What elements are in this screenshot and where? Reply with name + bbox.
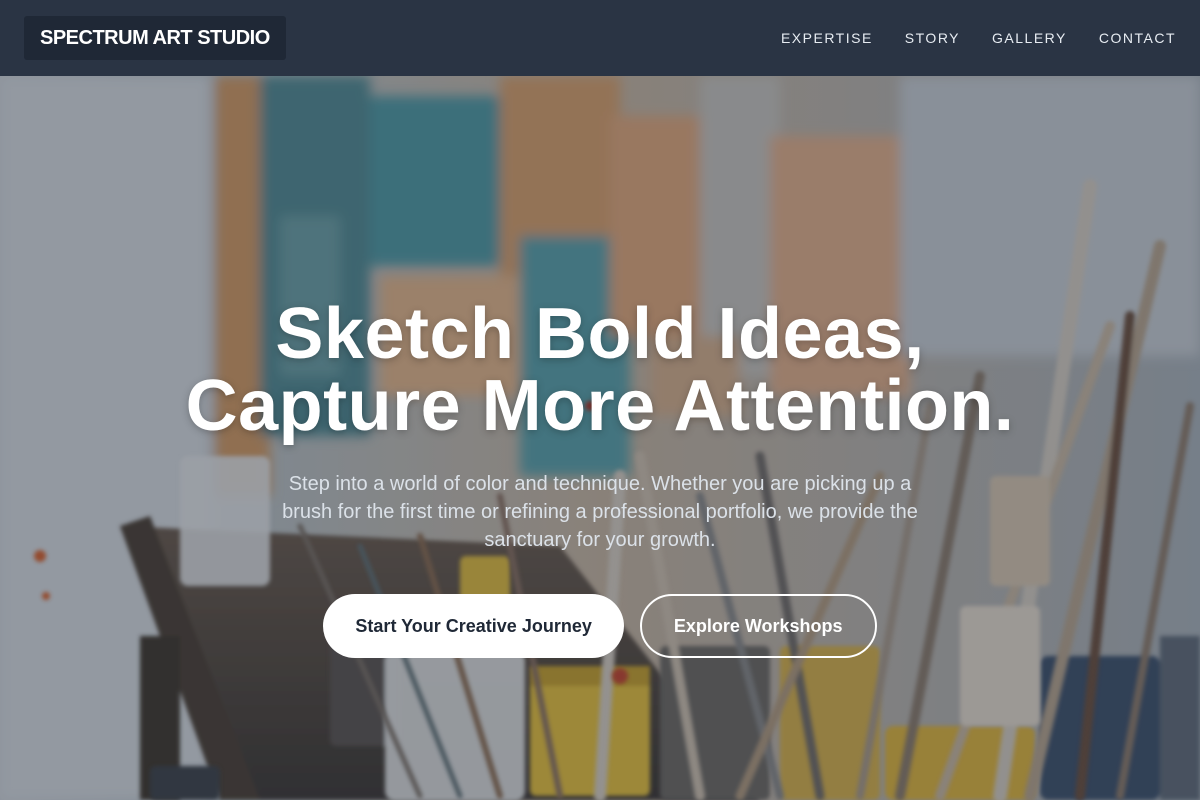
nav-link-contact[interactable]: CONTACT: [1099, 30, 1176, 46]
navbar: SPECTRUM ART STUDIO EXPERTISE STORY GALL…: [0, 0, 1200, 76]
hero-title: Sketch Bold Ideas, Capture More Attentio…: [186, 298, 1015, 442]
landing-page: SPECTRUM ART STUDIO EXPERTISE STORY GALL…: [0, 0, 1200, 800]
explore-workshops-button[interactable]: Explore Workshops: [639, 594, 877, 658]
hero-actions: Start Your Creative Journey Explore Work…: [323, 594, 877, 658]
hero-title-line-1: Sketch Bold Ideas,: [275, 294, 925, 374]
brand-logo[interactable]: SPECTRUM ART STUDIO: [24, 16, 286, 60]
start-journey-button[interactable]: Start Your Creative Journey: [323, 594, 624, 658]
nav-link-gallery[interactable]: GALLERY: [992, 30, 1067, 46]
hero-content: Sketch Bold Ideas, Capture More Attentio…: [0, 76, 1200, 800]
main-nav: EXPERTISE STORY GALLERY CONTACT: [781, 30, 1176, 46]
hero-subtitle: Step into a world of color and technique…: [282, 473, 918, 551]
hero-title-line-2: Capture More Attention.: [185, 366, 1015, 446]
nav-link-story[interactable]: STORY: [905, 30, 960, 46]
nav-link-expertise[interactable]: EXPERTISE: [781, 30, 873, 46]
hero-section: Sketch Bold Ideas, Capture More Attentio…: [0, 76, 1200, 800]
